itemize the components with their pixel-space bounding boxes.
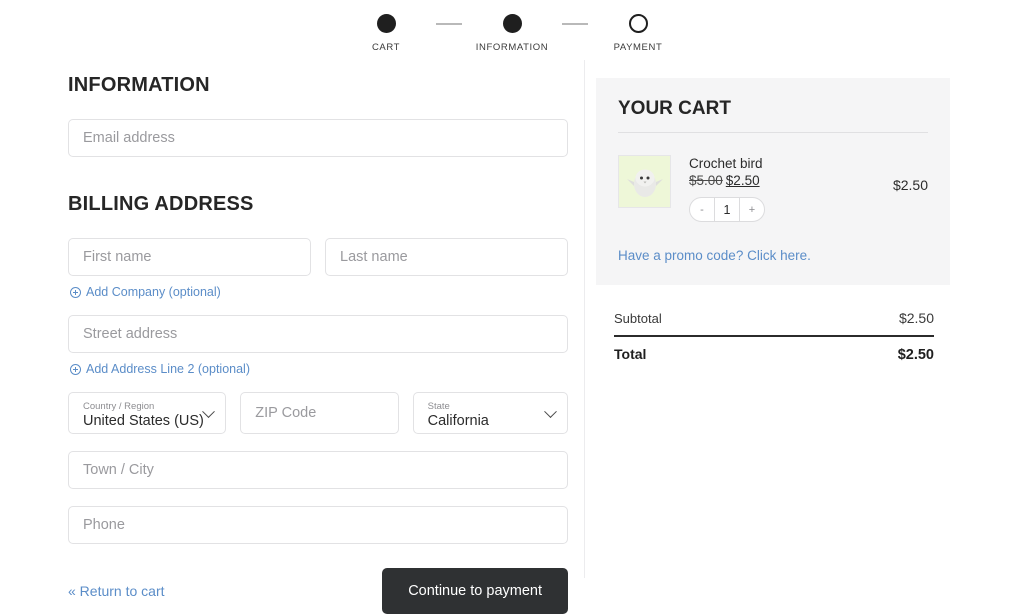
order-totals: Subtotal $2.50 Total $2.50: [614, 310, 934, 372]
cart-item-new-price: $2.50: [725, 173, 760, 188]
promo-code-link[interactable]: Have a promo code? Click here.: [618, 248, 928, 263]
phone-field[interactable]: Phone: [68, 506, 568, 544]
cart-summary-panel: YOUR CART Crochet bird $5.00$2.50 - 1 +: [596, 78, 950, 285]
total-label: Total: [614, 345, 647, 362]
state-select[interactable]: State California: [412, 392, 568, 434]
circle-plus-icon: [70, 363, 81, 375]
country-select-label: Country / Region: [83, 400, 155, 412]
step-information[interactable]: INFORMATION: [462, 14, 562, 53]
cart-item-name: Crochet bird: [689, 156, 763, 171]
add-address-line2-link[interactable]: Add Address Line 2 (optional): [70, 362, 568, 376]
last-name-field[interactable]: Last name: [325, 238, 568, 276]
phone-placeholder: Phone: [83, 517, 125, 533]
location-row: Country / Region United States (US) ZIP …: [68, 392, 568, 434]
state-select-value: California: [427, 412, 489, 429]
email-placeholder: Email address: [83, 130, 175, 146]
total-row: Total $2.50: [614, 346, 934, 372]
cart-item-prices: $5.00 $2.50: [689, 172, 893, 190]
zip-code-placeholder: ZIP Code: [255, 405, 317, 421]
country-select-value: United States (US): [83, 412, 204, 429]
subtotal-row: Subtotal $2.50: [614, 310, 934, 335]
street-address-placeholder: Street address: [83, 326, 178, 342]
step-cart-dot: [376, 14, 396, 33]
zip-code-field[interactable]: ZIP Code: [240, 392, 399, 434]
step-information-label: INFORMATION: [475, 42, 549, 53]
continue-to-payment-button[interactable]: Continue to payment: [382, 568, 568, 614]
product-thumbnail[interactable]: [618, 155, 671, 208]
step-connector-2: [562, 23, 588, 25]
column-divider: [584, 60, 585, 578]
step-connector-1: [436, 23, 462, 25]
cart-item-details: Crochet bird $5.00 $2.50 - 1 +: [671, 155, 893, 222]
billing-address-heading: BILLING ADDRESS: [68, 193, 254, 215]
step-cart[interactable]: CART: [336, 14, 436, 53]
checkout-form: INFORMATION Email address BILLING ADDRES…: [68, 74, 568, 614]
last-name-placeholder: Last name: [340, 249, 408, 265]
step-payment[interactable]: PAYMENT: [588, 14, 688, 53]
form-footer: « Return to cart Continue to payment: [68, 568, 568, 614]
first-name-field[interactable]: First name: [68, 238, 311, 276]
quantity-value[interactable]: 1: [714, 198, 740, 221]
city-placeholder: Town / City: [83, 462, 154, 478]
cart-heading: YOUR CART: [618, 98, 731, 119]
quantity-decrease-button[interactable]: -: [690, 198, 714, 221]
state-select-label: State: [427, 400, 450, 412]
quantity-stepper: - 1 +: [689, 197, 765, 222]
step-cart-label: CART: [371, 42, 401, 53]
street-address-field[interactable]: Street address: [68, 315, 568, 353]
subtotal-value: $2.50: [898, 310, 934, 326]
cart-line-item: Crochet bird $5.00 $2.50 - 1 + $2.50: [618, 155, 928, 222]
email-field[interactable]: Email address: [68, 119, 568, 157]
subtotal-label: Subtotal: [614, 311, 662, 326]
step-payment-label: PAYMENT: [613, 42, 663, 53]
cart-heading-rule: [618, 132, 928, 133]
quantity-increase-button[interactable]: +: [740, 198, 764, 221]
cart-item-line-total: $2.50: [892, 177, 928, 193]
return-to-cart-link[interactable]: « Return to cart: [68, 583, 165, 599]
totals-divider: [614, 335, 934, 337]
cart-item-old-price: $5.00: [689, 173, 723, 188]
crochet-bird-image: [626, 169, 663, 197]
total-value: $2.50: [897, 346, 934, 363]
add-company-link[interactable]: Add Company (optional): [70, 285, 568, 299]
first-name-placeholder: First name: [83, 249, 152, 265]
information-heading: INFORMATION: [68, 74, 210, 96]
step-payment-dot: [628, 14, 648, 33]
checkout-stepper: CART INFORMATION PAYMENT: [0, 14, 1024, 53]
country-select[interactable]: Country / Region United States (US): [68, 392, 227, 434]
add-address-line2-label: Add Address Line 2 (optional): [86, 362, 250, 376]
city-field[interactable]: Town / City: [68, 451, 568, 489]
circle-plus-icon: [70, 286, 81, 298]
add-company-label: Add Company (optional): [86, 285, 221, 299]
step-information-dot: [502, 14, 522, 33]
